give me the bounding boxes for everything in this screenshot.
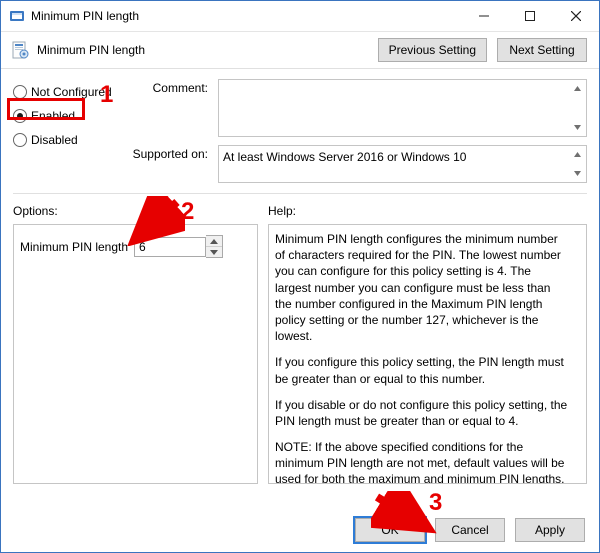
- policy-icon: [9, 8, 25, 24]
- help-label: Help:: [268, 204, 587, 218]
- options-help-split: Options: Minimum PIN length Help: Minimu…: [1, 200, 599, 504]
- state-radio-group: Not Configured Enabled Disabled: [13, 79, 113, 183]
- spin-buttons: [206, 235, 223, 258]
- help-paragraph: If you configure this policy setting, th…: [275, 354, 568, 386]
- radio-disabled-label: Disabled: [31, 133, 78, 147]
- min-pin-length-field: Minimum PIN length: [20, 235, 251, 258]
- radio-enabled[interactable]: Enabled: [13, 109, 113, 123]
- radio-enabled-label: Enabled: [31, 109, 75, 123]
- nav-buttons: Previous Setting Next Setting: [378, 38, 587, 62]
- gpo-policy-editor-window: Minimum PIN length Minimum PIN length Pr…: [0, 0, 600, 553]
- comment-textarea[interactable]: [218, 79, 587, 137]
- window-controls: [461, 1, 599, 31]
- horizontal-divider: [13, 193, 587, 194]
- previous-setting-button[interactable]: Previous Setting: [378, 38, 487, 62]
- supported-textarea: At least Windows Server 2016 or Windows …: [218, 145, 587, 183]
- policy-sheet-icon: [11, 41, 29, 59]
- supported-value: At least Windows Server 2016 or Windows …: [223, 150, 466, 164]
- minimize-button[interactable]: [461, 1, 507, 31]
- spin-down-button[interactable]: [206, 247, 222, 257]
- help-paragraph: Minimum PIN length configures the minimu…: [275, 231, 568, 344]
- comment-row: Comment:: [123, 79, 587, 137]
- next-setting-button[interactable]: Next Setting: [497, 38, 587, 62]
- options-column: Options: Minimum PIN length: [13, 204, 258, 504]
- help-paragraph: NOTE: If the above specified conditions …: [275, 439, 568, 484]
- scroll-down-icon[interactable]: [569, 165, 586, 182]
- maximize-button[interactable]: [507, 1, 553, 31]
- radio-circle-icon: [13, 85, 27, 99]
- fields-column: Comment: Supported on: At least Windows …: [123, 79, 587, 183]
- min-pin-length-input[interactable]: [134, 237, 206, 257]
- radio-circle-icon: [13, 109, 27, 123]
- scroll-up-icon[interactable]: [569, 80, 586, 97]
- options-box: Minimum PIN length: [13, 224, 258, 484]
- radio-circle-icon: [13, 133, 27, 147]
- supported-label: Supported on:: [123, 145, 208, 183]
- help-column: Help: Minimum PIN length configures the …: [268, 204, 587, 504]
- apply-button[interactable]: Apply: [515, 518, 585, 542]
- help-paragraph: If you disable or do not configure this …: [275, 397, 568, 429]
- options-label: Options:: [13, 204, 258, 218]
- config-area: Not Configured Enabled Disabled Comment:: [1, 69, 599, 187]
- help-box[interactable]: Minimum PIN length configures the minimu…: [268, 224, 587, 484]
- close-button[interactable]: [553, 1, 599, 31]
- cancel-button[interactable]: Cancel: [435, 518, 505, 542]
- titlebar: Minimum PIN length: [1, 1, 599, 32]
- comment-label: Comment:: [123, 79, 208, 137]
- supported-row: Supported on: At least Windows Server 20…: [123, 145, 587, 183]
- radio-not-configured-label: Not Configured: [31, 85, 112, 99]
- spin-up-button[interactable]: [206, 236, 222, 247]
- policy-name-label: Minimum PIN length: [37, 43, 378, 57]
- min-pin-length-label: Minimum PIN length: [20, 240, 128, 254]
- ok-button[interactable]: OK: [355, 518, 425, 542]
- window-title: Minimum PIN length: [31, 9, 461, 23]
- dialog-footer: OK Cancel Apply: [355, 518, 585, 542]
- radio-disabled[interactable]: Disabled: [13, 133, 113, 147]
- radio-not-configured[interactable]: Not Configured: [13, 85, 113, 99]
- scroll-up-icon[interactable]: [569, 146, 586, 163]
- policy-header: Minimum PIN length Previous Setting Next…: [1, 32, 599, 69]
- scroll-down-icon[interactable]: [569, 119, 586, 136]
